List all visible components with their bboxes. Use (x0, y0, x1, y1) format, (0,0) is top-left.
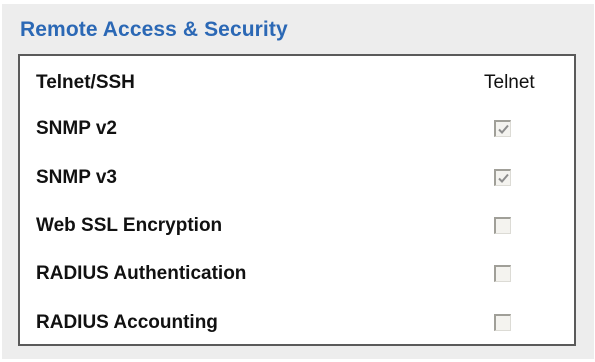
web-ssl-encryption-checkbox[interactable] (494, 217, 511, 234)
panel-title: Remote Access & Security (20, 18, 288, 41)
telnet-column-header: Telnet (484, 72, 535, 93)
snmp-v2-checkbox[interactable] (494, 120, 511, 137)
row-label-snmp-v3: SNMP v3 (36, 167, 117, 188)
row-label-radius-authentication: RADIUS Authentication (36, 263, 247, 284)
telnet-ssh-label: Telnet/SSH (36, 72, 135, 93)
radius-accounting-checkbox[interactable] (494, 314, 511, 331)
radius-authentication-checkbox[interactable] (494, 265, 511, 282)
checkmark-icon (498, 124, 509, 134)
row-label-radius-accounting: RADIUS Accounting (36, 312, 218, 333)
row-label-snmp-v2: SNMP v2 (36, 118, 117, 139)
settings-box: Telnet/SSH Telnet SNMP v2 SNMP v3 Web SS… (18, 54, 576, 346)
row-label-web-ssl-encryption: Web SSL Encryption (36, 215, 223, 236)
snmp-v3-checkbox[interactable] (494, 169, 511, 186)
checkmark-icon (498, 173, 509, 183)
remote-access-security-panel: Remote Access & Security Telnet/SSH Teln… (2, 4, 594, 359)
